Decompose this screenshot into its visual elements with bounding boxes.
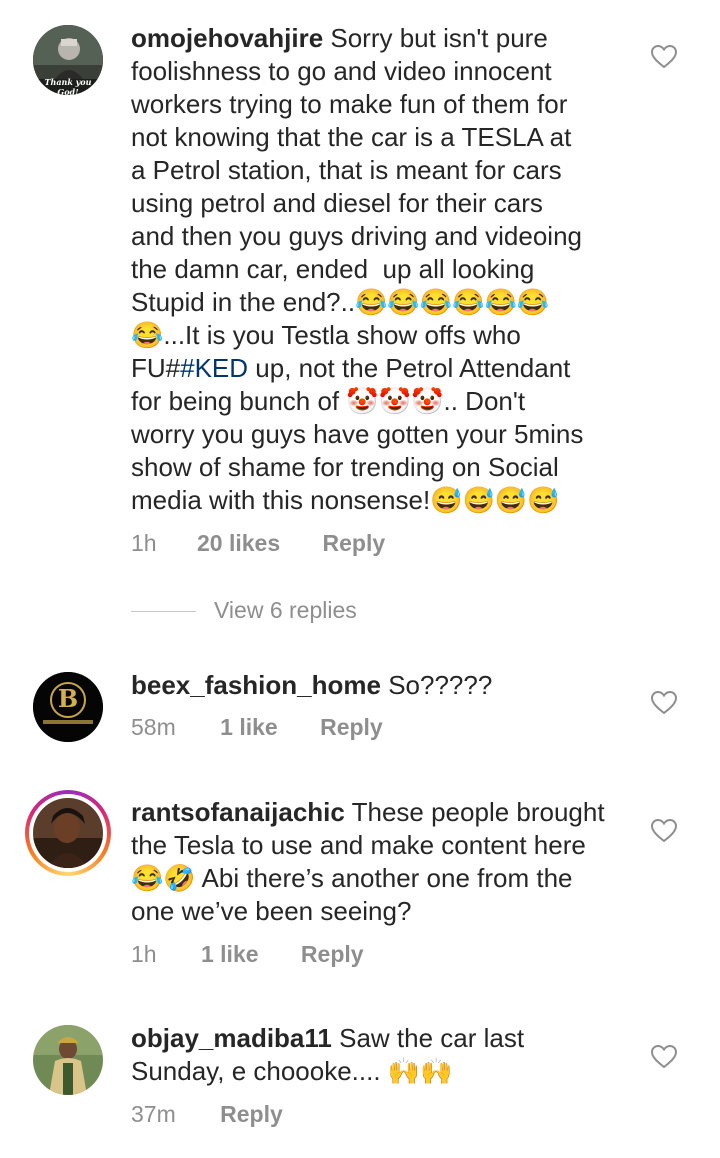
reply-button[interactable]: Reply xyxy=(320,714,383,741)
comment-time: 1h xyxy=(131,530,157,556)
heart-icon[interactable] xyxy=(651,45,677,69)
comment-username[interactable]: objay_madiba11 xyxy=(131,1023,332,1053)
comment-username[interactable]: omojehovahjire xyxy=(131,23,323,53)
reply-button[interactable]: Reply xyxy=(323,530,386,557)
person-photo-icon xyxy=(33,798,103,868)
heart-icon[interactable] xyxy=(651,1045,677,1069)
hashtag-link[interactable]: #KED xyxy=(180,353,248,383)
reply-button[interactable]: Reply xyxy=(220,1101,283,1128)
avatar-caption: Thank you God! xyxy=(44,77,92,95)
comment-meta: 1h 1 like Reply xyxy=(131,941,364,968)
comment-body: omojehovahjire Sorry but isn't pure fool… xyxy=(131,22,631,517)
comment-meta: 37m Reply xyxy=(131,1101,283,1128)
comment-username[interactable]: rantsofanaijachic xyxy=(131,797,345,827)
likes-count[interactable]: 1 like xyxy=(201,941,259,968)
divider-line xyxy=(131,611,196,613)
avatar[interactable] xyxy=(33,1025,103,1095)
comment-text: So????? xyxy=(380,670,493,700)
comment-username[interactable]: beex_fashion_home xyxy=(131,670,381,700)
comment-time: 58m xyxy=(131,714,176,740)
comment-time: 1h xyxy=(131,941,157,967)
person-photo-icon xyxy=(33,1025,103,1095)
story-ring[interactable] xyxy=(25,790,111,876)
comment-body: objay_madiba11 Saw the car last Sunday, … xyxy=(131,1022,631,1088)
avatar xyxy=(33,798,103,868)
comment-text: Sorry but isn't pure foolishness to go a… xyxy=(131,23,582,383)
comment-body: beex_fashion_home So????? xyxy=(131,669,631,702)
heart-icon[interactable] xyxy=(651,819,677,843)
reply-button[interactable]: Reply xyxy=(301,941,364,968)
avatar[interactable]: Thank you God! xyxy=(33,25,103,95)
comment-meta: 1h 20 likes Reply xyxy=(131,530,385,557)
heart-icon[interactable] xyxy=(651,691,677,715)
likes-count[interactable]: 20 likes xyxy=(197,530,280,557)
comment-meta: 58m 1 like Reply xyxy=(131,714,383,741)
comment-time: 37m xyxy=(131,1101,176,1127)
view-replies-button[interactable]: View 6 replies xyxy=(131,597,357,624)
likes-count[interactable]: 1 like xyxy=(220,714,278,741)
view-replies-label: View 6 replies xyxy=(214,597,357,623)
comment-body: rantsofanaijachic These people brought t… xyxy=(131,796,631,928)
avatar[interactable]: B xyxy=(33,672,103,742)
avatar-letter: B xyxy=(57,684,79,713)
